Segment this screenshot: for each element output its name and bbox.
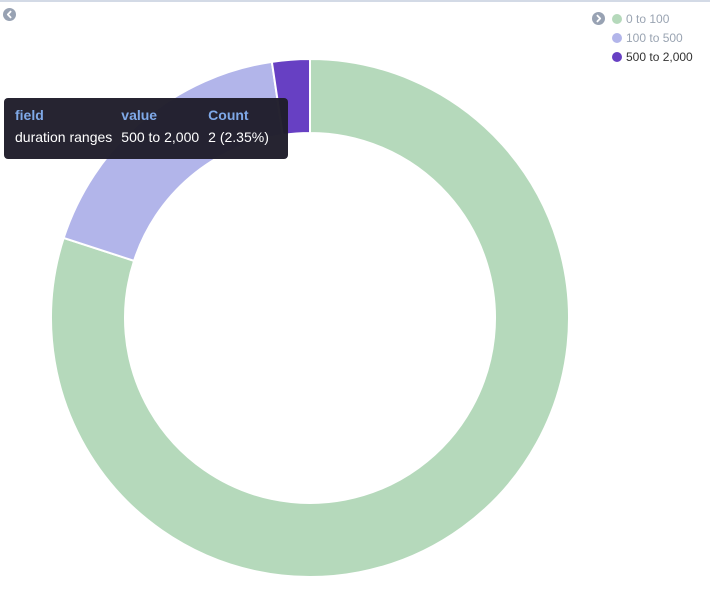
legend-item[interactable]: 100 to 500 [612, 28, 693, 47]
donut-slice-100-to-500[interactable] [62, 60, 284, 263]
legend: 0 to 100 100 to 500 500 to 2,000 [612, 9, 693, 66]
legend-label: 0 to 100 [626, 11, 670, 26]
legend-item[interactable]: 500 to 2,000 [612, 47, 693, 66]
legend-swatch [612, 32, 622, 43]
chart-tooltip: field value Count duration ranges 500 to… [4, 98, 288, 159]
tooltip-count: 2 (2.35%) [208, 129, 269, 145]
tooltip-header-field: field [15, 107, 44, 123]
legend-swatch [612, 13, 622, 24]
legend-label: 100 to 500 [626, 30, 683, 45]
legend-label: 500 to 2,000 [626, 49, 693, 64]
chart-panel: 0 to 100 100 to 500 500 to 2,000 field v… [0, 0, 710, 595]
legend-item[interactable]: 0 to 100 [612, 9, 693, 28]
legend-swatch [612, 51, 622, 62]
tooltip-value: 500 to 2,000 [121, 129, 200, 145]
tooltip-header-value: value [121, 107, 158, 123]
tooltip-table: field value Count duration ranges 500 to… [15, 107, 278, 145]
donut-chart [50, 57, 570, 578]
tooltip-header-count: Count [208, 107, 249, 123]
tooltip-field: duration ranges [15, 129, 113, 145]
